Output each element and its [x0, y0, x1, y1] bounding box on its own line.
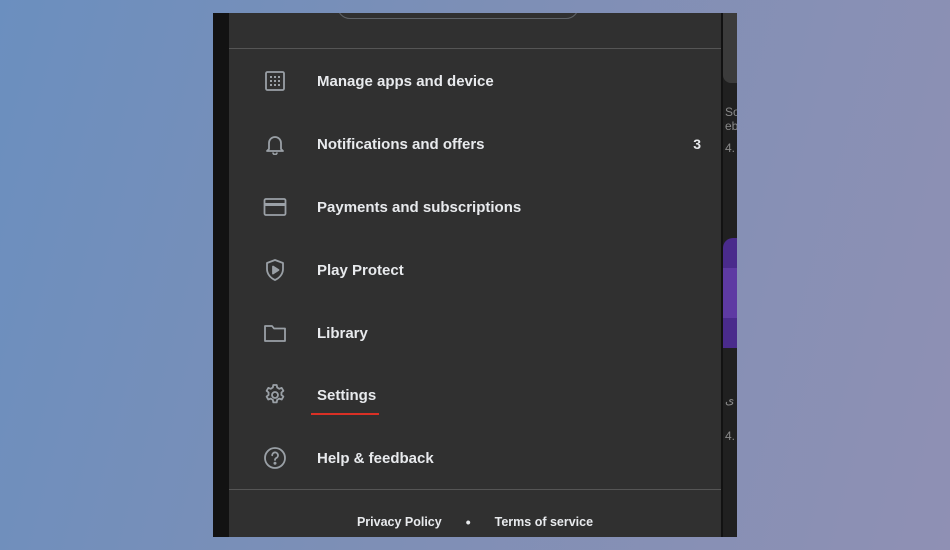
menu-item-play-protect[interactable]: Play Protect — [229, 239, 721, 301]
menu-item-notifications[interactable]: Notifications and offers 3 — [229, 113, 721, 175]
menu-item-label: Payments and subscriptions — [317, 198, 522, 216]
phone-screen: So eb 4. ى 4. Manage apps and device Not… — [213, 13, 737, 537]
grid-icon — [263, 69, 287, 93]
menu-item-label: Settings — [317, 386, 377, 404]
menu-item-manage-apps[interactable]: Manage apps and device — [229, 50, 721, 112]
background-app-content: So eb 4. ى 4. — [723, 13, 737, 537]
privacy-policy-link[interactable]: Privacy Policy — [357, 515, 442, 529]
account-pill[interactable] — [337, 13, 579, 19]
menu-item-label: Manage apps and device — [317, 72, 494, 90]
menu-item-payments[interactable]: Payments and subscriptions — [229, 176, 721, 238]
navigation-drawer: Manage apps and device Notifications and… — [229, 13, 721, 537]
bell-icon — [263, 132, 287, 156]
top-divider — [229, 48, 721, 49]
drawer-footer: Privacy Policy • Terms of service — [229, 511, 721, 533]
notification-count-badge: 3 — [693, 136, 701, 152]
menu-item-library[interactable]: Library — [229, 302, 721, 364]
menu-item-label: Help & feedback — [317, 449, 434, 467]
footer-separator: • — [465, 514, 471, 530]
menu-item-help[interactable]: Help & feedback — [229, 427, 721, 489]
gear-icon — [263, 383, 287, 407]
help-icon — [263, 446, 287, 470]
menu-item-label: Notifications and offers — [317, 135, 485, 153]
menu-item-label: Play Protect — [317, 261, 404, 279]
background-card — [723, 13, 737, 83]
bottom-divider — [229, 489, 721, 490]
shield-play-icon — [263, 258, 287, 282]
credit-card-icon — [263, 195, 287, 219]
folder-icon — [263, 321, 287, 345]
menu-item-settings[interactable]: Settings — [229, 364, 721, 426]
active-indicator — [311, 413, 379, 415]
terms-of-service-link[interactable]: Terms of service — [495, 515, 593, 529]
menu-item-label: Library — [317, 324, 368, 342]
